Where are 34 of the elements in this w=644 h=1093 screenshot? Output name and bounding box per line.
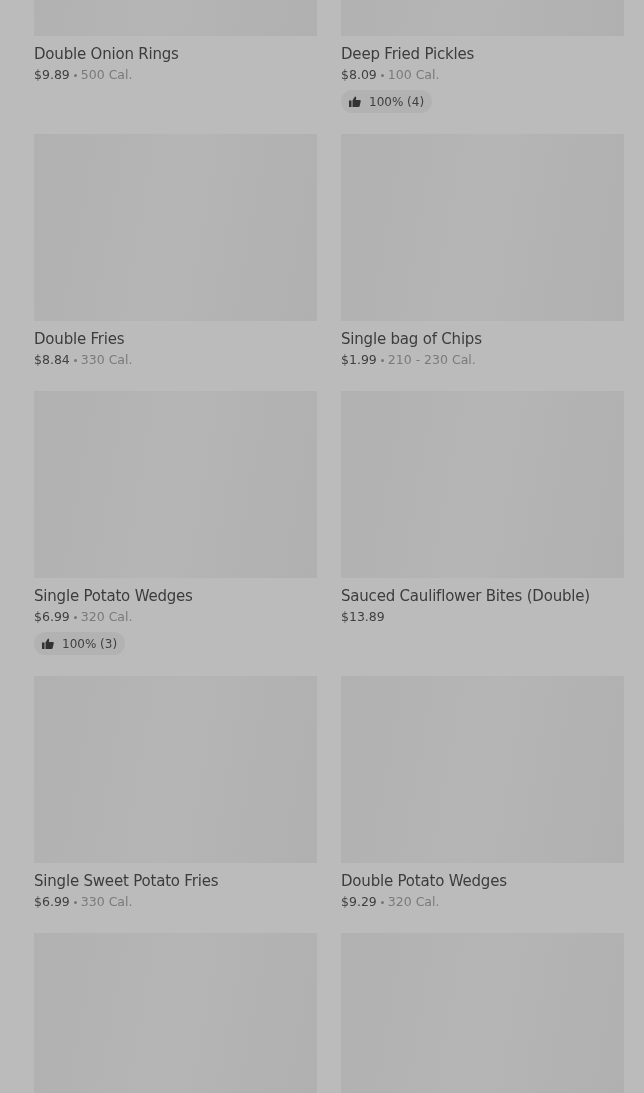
item-price: $6.99	[34, 608, 70, 626]
item-calories: 500 Cal.	[80, 66, 133, 84]
item-calories: 100 Cal.	[387, 66, 440, 84]
item-name: Single Potato Wedges	[34, 586, 193, 607]
item-name: Sauced Cauliflower Bites (Double)	[341, 586, 590, 607]
thumbs-up-icon	[349, 96, 361, 107]
item-calories: 320 Cal.	[80, 608, 133, 626]
item-name: Double Fries	[34, 329, 125, 350]
item-price: $8.84	[34, 351, 70, 369]
item-price: $6.99	[34, 893, 70, 911]
item-name: Single bag of Chips	[341, 329, 482, 350]
item-name: Single Sweet Potato Fries	[34, 871, 219, 892]
rating-text: 100% (3)	[62, 636, 118, 651]
item-price: $9.29	[341, 893, 377, 911]
separator-dot	[73, 615, 77, 619]
item-name: Double Potato Wedges	[341, 871, 507, 892]
item-calories: 330 Cal.	[80, 351, 133, 369]
item-calories: 210 - 230 Cal.	[387, 351, 476, 369]
item-price: $9.89	[34, 66, 70, 84]
thumbs-up-icon	[42, 638, 54, 649]
item-price: $13.89	[341, 608, 385, 626]
separator-dot	[73, 900, 77, 904]
separator-dot	[380, 73, 384, 77]
item-name: Deep Fried Pickles	[341, 44, 475, 65]
separator-dot	[380, 358, 384, 362]
separator-dot	[380, 900, 384, 904]
item-calories: 330 Cal.	[80, 893, 133, 911]
rating-text: 100% (4)	[369, 94, 425, 109]
separator-dot	[73, 358, 77, 362]
separator-dot	[73, 73, 77, 77]
item-price: $8.09	[341, 66, 377, 84]
item-price: $1.99	[341, 351, 377, 369]
item-name: Double Onion Rings	[34, 44, 179, 65]
item-calories: 320 Cal.	[387, 893, 440, 911]
